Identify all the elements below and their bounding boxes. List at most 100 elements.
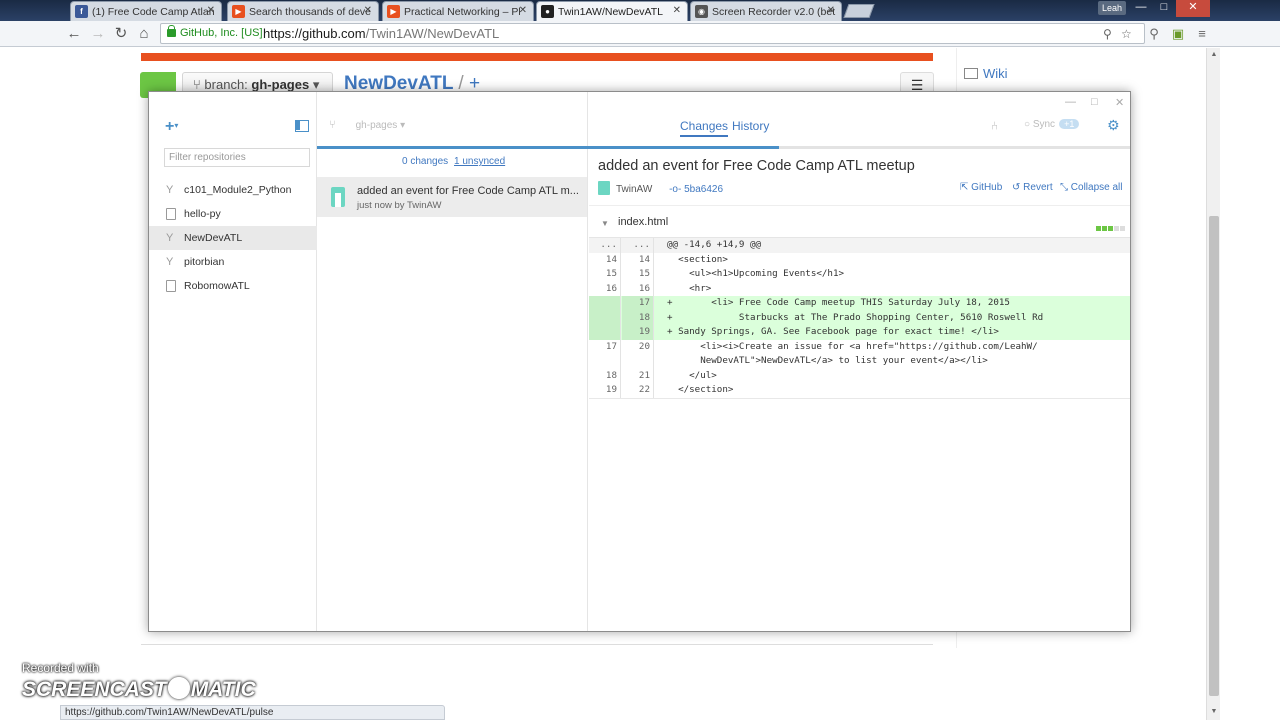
repo-item-pitorbian[interactable]: pitorbian: [149, 250, 317, 274]
browser-tab-4-active[interactable]: ● Twin1AW/NewDevATL ✕: [536, 1, 688, 21]
add-repo-button[interactable]: +▾: [165, 118, 178, 136]
pull-request-icon[interactable]: ⑃: [991, 119, 998, 133]
play-icon: ▶: [387, 5, 400, 18]
repo-item-newdevatl[interactable]: NewDevATL: [149, 226, 317, 250]
filter-repositories-input[interactable]: Filter repositories: [164, 148, 310, 167]
branch-selector[interactable]: ⑂ gh-pages ▾: [329, 119, 405, 131]
browser-tab-2[interactable]: ▶ Search thousands of deve ✕: [227, 1, 379, 21]
repo-item-c101-module2-python[interactable]: c101_Module2_Python: [149, 178, 317, 202]
diff-code: <ul><h1>Upcoming Events</h1>: [667, 268, 845, 279]
new-line-number: 19: [622, 325, 654, 340]
scroll-up-icon[interactable]: ▲: [1209, 51, 1219, 58]
branch-icon: ⑂: [193, 77, 205, 92]
page-scrollbar[interactable]: ▲ ▼: [1206, 48, 1220, 720]
tab-history[interactable]: History: [732, 119, 769, 133]
facebook-icon: f: [75, 5, 88, 18]
new-line-number: 22: [622, 383, 654, 398]
watermark-caption: Recorded with: [22, 661, 99, 675]
commit-sha[interactable]: -o- 5ba6426: [669, 184, 723, 195]
diff-code: + Starbucks at The Prado Shopping Center…: [667, 311, 1044, 323]
close-tab-icon[interactable]: ✕: [673, 5, 681, 16]
ev-certificate-badge[interactable]: GitHub, Inc. [US]: [164, 25, 267, 41]
browser-tab-5[interactable]: ◉ Screen Recorder v2.0 (bet ✕: [690, 1, 842, 21]
extension-icon[interactable]: ▣: [1170, 26, 1186, 42]
page-left-gutter: [0, 48, 60, 720]
diff-code: @@ -14,6 +14,9 @@: [667, 239, 762, 250]
new-line-number: 17: [622, 296, 654, 311]
search-extension-icon[interactable]: ⚲: [1146, 26, 1162, 42]
branch-name: gh-pages: [251, 77, 310, 92]
current-branch-label: gh-pages: [355, 120, 398, 131]
sync-icon: ○: [1024, 119, 1033, 130]
wiki-link[interactable]: Wiki: [964, 66, 1008, 81]
new-line-number: 16: [622, 281, 654, 296]
tab-label: Twin1AW/NewDevATL: [558, 5, 664, 18]
menu-icon[interactable]: ≡: [1194, 26, 1210, 42]
close-tab-icon[interactable]: ✕: [364, 5, 372, 16]
open-on-github-button[interactable]: ⇱ GitHub: [960, 182, 1002, 193]
file-diff-header[interactable]: ▼ index.html: [589, 205, 1130, 238]
reload-icon[interactable]: ↻: [112, 25, 130, 43]
commit-list-item[interactable]: added an event for Free Code Camp ATL m.…: [317, 177, 587, 217]
branch-icon: ⑂: [329, 119, 336, 131]
address-bar[interactable]: GitHub, Inc. [US] https://github.com/Twi…: [160, 23, 1145, 44]
home-icon[interactable]: ⌂: [135, 25, 153, 43]
forward-arrow-icon[interactable]: →: [89, 25, 107, 43]
tab-label: Screen Recorder v2.0 (bet: [712, 5, 836, 18]
browser-status-bar: https://github.com/Twin1AW/NewDevATL/pul…: [60, 705, 445, 720]
maximize-window-button[interactable]: □: [1153, 0, 1175, 17]
close-tab-icon[interactable]: ✕: [207, 5, 215, 16]
collapse-all-button[interactable]: ⤡ Collapse all: [1060, 182, 1122, 193]
commit-author-line: TwinAW -o- 5ba6426: [598, 181, 723, 195]
bookmark-star-icon[interactable]: ☆: [1121, 27, 1132, 41]
browser-tab-3[interactable]: ▶ Practical Networking – Pl ✕: [382, 1, 534, 21]
diff-code: NewDevATL">NewDevATL</a> to list your ev…: [667, 355, 988, 366]
new-line-number: 14: [622, 252, 654, 267]
tab-label: (1) Free Code Camp Atlan: [92, 5, 215, 18]
diff-hunk-header: ...... @@ -14,6 +14,9 @@: [589, 238, 1130, 253]
user-badge[interactable]: Leah: [1098, 1, 1126, 15]
diff-line-context: 14 14 <section>: [589, 252, 1130, 267]
gear-icon[interactable]: ⚙: [1107, 117, 1120, 134]
search-icon[interactable]: ⚲: [1103, 27, 1112, 41]
changes-count-link[interactable]: 0 changes: [402, 156, 448, 167]
app-maximize-button[interactable]: □: [1091, 96, 1098, 108]
close-tab-icon[interactable]: ✕: [519, 5, 527, 16]
new-tab-button[interactable]: [843, 4, 875, 18]
minimize-window-button[interactable]: —: [1130, 0, 1152, 17]
close-window-button[interactable]: ✕: [1176, 0, 1210, 17]
scroll-down-icon[interactable]: ▼: [1209, 708, 1219, 715]
caret-down-icon: ▾: [312, 77, 320, 92]
back-arrow-icon[interactable]: ←: [65, 25, 83, 43]
commit-summary: added an event for Free Code Camp ATL m.…: [357, 185, 579, 197]
history-list-pane: [317, 92, 588, 631]
url-path: /Twin1AW/NewDevATL: [365, 26, 500, 41]
close-tab-icon[interactable]: ✕: [827, 5, 835, 16]
avatar: [598, 181, 610, 195]
repo-sidebar: +▾ Filter repositories c101_Module2_Pyth…: [149, 92, 317, 631]
diffstat-blocks: [1096, 220, 1126, 234]
app-minimize-button[interactable]: —: [1065, 96, 1076, 108]
old-line-number: ...: [589, 238, 621, 253]
language-bar: [141, 53, 933, 61]
old-line-number: [589, 325, 621, 340]
screencastomatic-logo: SCREENCAST MATIC: [22, 677, 256, 702]
diff-code: + Sandy Springs, GA. See Facebook page f…: [667, 326, 999, 337]
old-line-number: [589, 354, 621, 369]
unsynced-count-link[interactable]: 1 unsynced: [454, 156, 505, 167]
app-close-button[interactable]: ✕: [1115, 96, 1124, 109]
repo-item-robomowatl[interactable]: RobomowATL: [149, 274, 317, 298]
caret-down-icon[interactable]: ▼: [601, 219, 609, 228]
revert-button[interactable]: ↺ Revert: [1012, 182, 1053, 193]
repo-name: c101_Module2_Python: [184, 184, 292, 196]
sidebar-toggle-icon[interactable]: [295, 120, 309, 132]
sync-button[interactable]: ○ Sync +1: [1024, 119, 1080, 130]
commit-title: added an event for Free Code Camp ATL me…: [598, 158, 915, 174]
browser-tab-1[interactable]: f (1) Free Code Camp Atlan ✕: [70, 1, 222, 21]
repo-item-hello-py[interactable]: hello-py: [149, 202, 317, 226]
diff-line-added: 19 + Sandy Springs, GA. See Facebook page…: [589, 325, 1130, 340]
scrollbar-thumb[interactable]: [1209, 216, 1219, 696]
progress-fill: [317, 146, 779, 149]
tab-changes[interactable]: Changes: [680, 119, 729, 137]
som-icon: ◉: [695, 5, 708, 18]
